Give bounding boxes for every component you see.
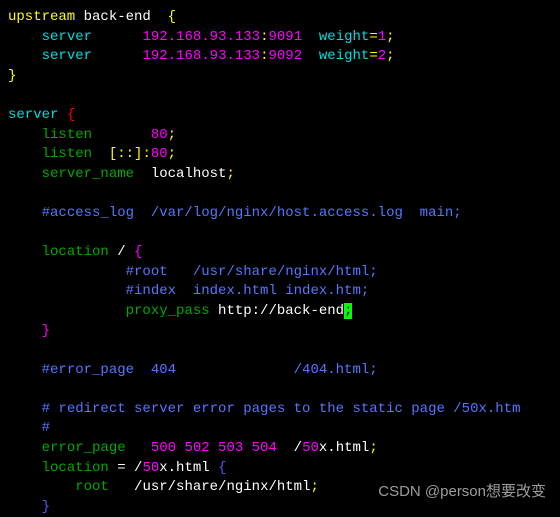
line-errorpage: error_page 500 502 503 504 /50x.html;	[8, 439, 552, 459]
line-server1: server 192.168.93.133:9091 weight=1;	[8, 28, 552, 48]
line-index-c: #index index.html index.htm;	[8, 282, 552, 302]
line-loc-close: }	[8, 322, 552, 342]
line-server2: server 192.168.93.133:9092 weight=2;	[8, 47, 552, 67]
line-servername: server_name localhost;	[8, 165, 552, 185]
line-upstream: upstream back-end {	[8, 8, 552, 28]
code-block: upstream back-end { server 192.168.93.13…	[8, 8, 552, 517]
watermark: CSDN @person想要改变	[378, 481, 546, 502]
cursor-icon: ;	[344, 303, 352, 319]
line-listen1: listen 80;	[8, 126, 552, 146]
line-location: location / {	[8, 243, 552, 263]
line-upstream-close: }	[8, 67, 552, 87]
line-errorpage-c: #error_page 404 /404.html;	[8, 361, 552, 381]
line-proxy: proxy_pass http://back-end;	[8, 302, 552, 322]
line-server-block: server {	[8, 106, 552, 126]
line-listen2: listen [::]:80;	[8, 145, 552, 165]
line-root-c: #root /usr/share/nginx/html;	[8, 263, 552, 283]
line-accesslog: #access_log /var/log/nginx/host.access.l…	[8, 204, 552, 224]
line-location2: location = /50x.html {	[8, 459, 552, 479]
line-redirect2: #	[8, 419, 552, 439]
line-redirect1: # redirect server error pages to the sta…	[8, 400, 552, 420]
